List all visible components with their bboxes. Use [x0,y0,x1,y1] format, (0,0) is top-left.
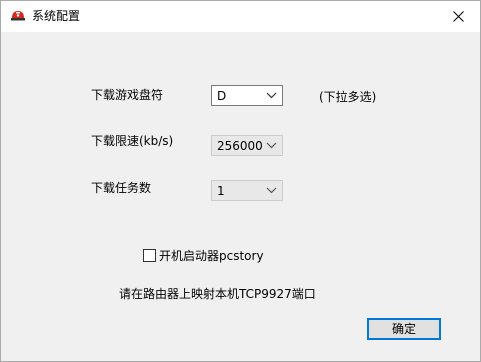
window-title: 系统配置 [32,9,81,23]
speed-limit-select[interactable]: 256000 [211,135,283,156]
game-drive-label: 下载游戏盘符 [91,88,164,102]
close-icon [453,11,464,22]
chevron-down-icon [266,187,277,194]
chevron-down-icon [266,142,277,149]
game-drive-select[interactable]: D [211,85,283,106]
port-mapping-hint: 请在路由器上映射本机TCP9927端口 [119,287,316,301]
title-bar[interactable]: 系统配置 [1,1,480,32]
chevron-down-icon [266,92,277,99]
ok-button[interactable]: 确定 [367,318,441,340]
multi-select-note: (下拉多选) [319,90,377,104]
dialog-body: 下载游戏盘符 D (下拉多选) 下载限速(kb/s) 256000 下载任务数 … [1,32,480,361]
task-count-select[interactable]: 1 [211,180,283,201]
task-count-value: 1 [217,184,225,198]
autostart-checkbox[interactable] [143,249,156,262]
task-count-label: 下载任务数 [91,181,152,195]
speed-limit-value: 256000 [217,139,263,153]
speed-limit-label: 下载限速(kb/s) [91,134,174,148]
autostart-label: 开机启动器pcstory [159,249,264,263]
config-dialog: 系统配置 下载游戏盘符 D (下拉多选) 下载限速(kb/s) 256000 下… [0,0,481,362]
close-button[interactable] [436,1,480,32]
app-icon [10,8,26,24]
game-drive-value: D [217,89,227,103]
